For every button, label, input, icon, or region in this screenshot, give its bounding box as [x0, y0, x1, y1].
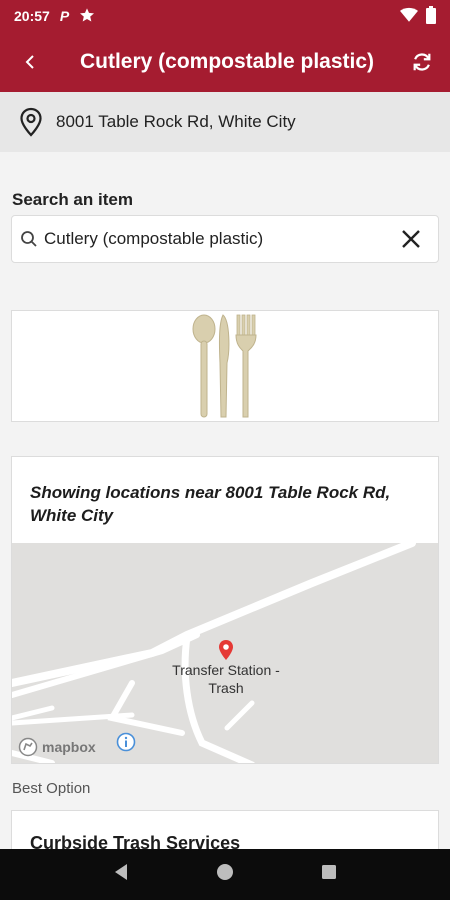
- location-pin-icon: [18, 107, 44, 137]
- address-text: 8001 Table Rock Rd, White City: [56, 112, 296, 131]
- address-bar[interactable]: 8001 Table Rock Rd, White City: [0, 92, 450, 152]
- system-nav-bar: [0, 849, 450, 900]
- wifi-icon: [400, 7, 418, 26]
- clear-search-button[interactable]: [384, 216, 438, 262]
- nav-home-button[interactable]: [215, 862, 235, 887]
- app-bar: Cutlery (compostable plastic): [0, 32, 450, 92]
- battery-icon: [426, 5, 436, 27]
- search-icon: [20, 230, 42, 248]
- refresh-icon: [413, 53, 431, 71]
- search-label: Search an item: [12, 190, 133, 209]
- locations-card: Showing locations near 8001 Table Rock R…: [11, 456, 439, 764]
- page-title: Cutlery (compostable plastic): [79, 50, 375, 73]
- nav-recents-button[interactable]: [321, 864, 337, 885]
- map-view[interactable]: Transfer Station - Trash mapbox: [12, 543, 438, 763]
- mapbox-icon: [18, 737, 38, 757]
- info-icon[interactable]: [116, 732, 136, 757]
- locations-heading: Showing locations near 8001 Table Rock R…: [30, 483, 391, 525]
- back-button[interactable]: [0, 32, 60, 92]
- cutlery-image: [192, 314, 257, 418]
- item-image-card: [11, 310, 439, 422]
- mapbox-text: mapbox: [42, 739, 96, 755]
- circle-home-icon: [217, 864, 233, 880]
- triangle-back-icon: [115, 864, 127, 880]
- best-option-label: Best Option: [12, 780, 91, 797]
- parking-notification-icon: P: [59, 8, 70, 24]
- search-input[interactable]: [42, 229, 384, 249]
- close-icon: [402, 230, 420, 248]
- nav-back-button[interactable]: [113, 863, 129, 886]
- search-box: [11, 215, 439, 263]
- square-recents-icon: [322, 865, 336, 879]
- mapbox-logo[interactable]: mapbox: [18, 737, 96, 757]
- star-icon: [79, 7, 95, 26]
- clock: 20:57: [14, 8, 50, 24]
- status-bar: 20:57 P: [0, 0, 450, 32]
- map-marker-label: Transfer Station - Trash: [172, 662, 280, 696]
- chevron-left-icon: [25, 55, 34, 69]
- refresh-button[interactable]: [394, 32, 450, 92]
